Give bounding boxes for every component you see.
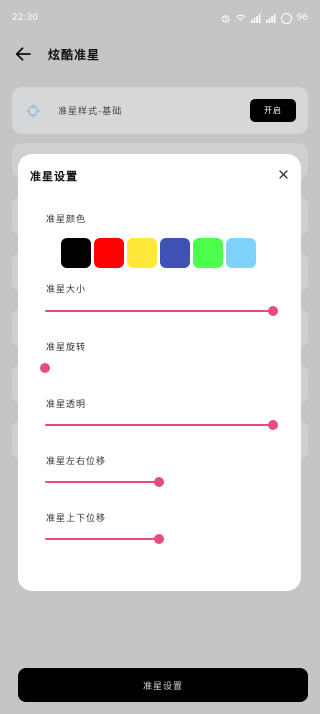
- color-swatch-black[interactable]: [61, 238, 91, 268]
- vertical-offset-slider[interactable]: [45, 533, 273, 545]
- battery-icon: [280, 12, 292, 24]
- color-swatch-red[interactable]: [94, 238, 124, 268]
- status-time: 22:30: [12, 13, 38, 23]
- color-swatch-light-blue[interactable]: [226, 238, 256, 268]
- close-button[interactable]: [275, 166, 291, 182]
- crosshair-style-label: 准星样式-基础: [58, 107, 123, 117]
- slider-track: [45, 310, 273, 312]
- color-swatches: [61, 238, 256, 268]
- signal-icon-2: [265, 13, 276, 23]
- slider-thumb[interactable]: [154, 477, 164, 487]
- status-icons: 96: [221, 12, 308, 24]
- color-swatch-green[interactable]: [193, 238, 223, 268]
- crosshair-icon: [24, 102, 42, 120]
- battery-level: 96: [296, 13, 308, 23]
- slider-thumb[interactable]: [40, 363, 50, 373]
- crosshair-settings-dialog: 准星设置 准星颜色 准星大小 准星旋转 准星透明 准星左右位移 准星上下位移: [18, 154, 301, 591]
- slider-thumb[interactable]: [268, 420, 278, 430]
- horizontal-offset-slider[interactable]: [45, 476, 273, 488]
- rotation-slider[interactable]: [40, 362, 273, 374]
- color-swatch-blue[interactable]: [160, 238, 190, 268]
- slider-thumb[interactable]: [154, 534, 164, 544]
- status-bar: 22:30 96: [0, 0, 320, 36]
- horizontal-offset-label: 准星左右位移: [46, 457, 107, 467]
- wifi-icon: [235, 14, 246, 23]
- slider-thumb[interactable]: [268, 306, 278, 316]
- page-title: 炫酷准星: [48, 47, 101, 62]
- crosshair-settings-button[interactable]: 准星设置: [18, 668, 308, 702]
- slider-track: [45, 538, 159, 540]
- size-label: 准星大小: [46, 285, 87, 295]
- open-button[interactable]: 开启: [250, 99, 296, 122]
- crosshair-style-card: 准星样式-基础 开启: [12, 87, 308, 134]
- alarm-icon: [221, 14, 230, 23]
- slider-track: [45, 424, 273, 426]
- opacity-label: 准星透明: [46, 400, 87, 410]
- close-icon: [278, 169, 288, 179]
- vertical-offset-label: 准星上下位移: [46, 514, 107, 524]
- dialog-title: 准星设置: [30, 170, 78, 183]
- color-label: 准星颜色: [46, 215, 87, 225]
- signal-icon: [250, 13, 261, 23]
- arrow-left-icon: [15, 47, 31, 61]
- color-swatch-yellow[interactable]: [127, 238, 157, 268]
- back-button[interactable]: [12, 43, 34, 65]
- slider-track: [45, 481, 159, 483]
- opacity-slider[interactable]: [45, 419, 278, 431]
- size-slider[interactable]: [45, 305, 278, 317]
- app-bar: 炫酷准星: [0, 36, 320, 72]
- rotation-label: 准星旋转: [46, 343, 87, 353]
